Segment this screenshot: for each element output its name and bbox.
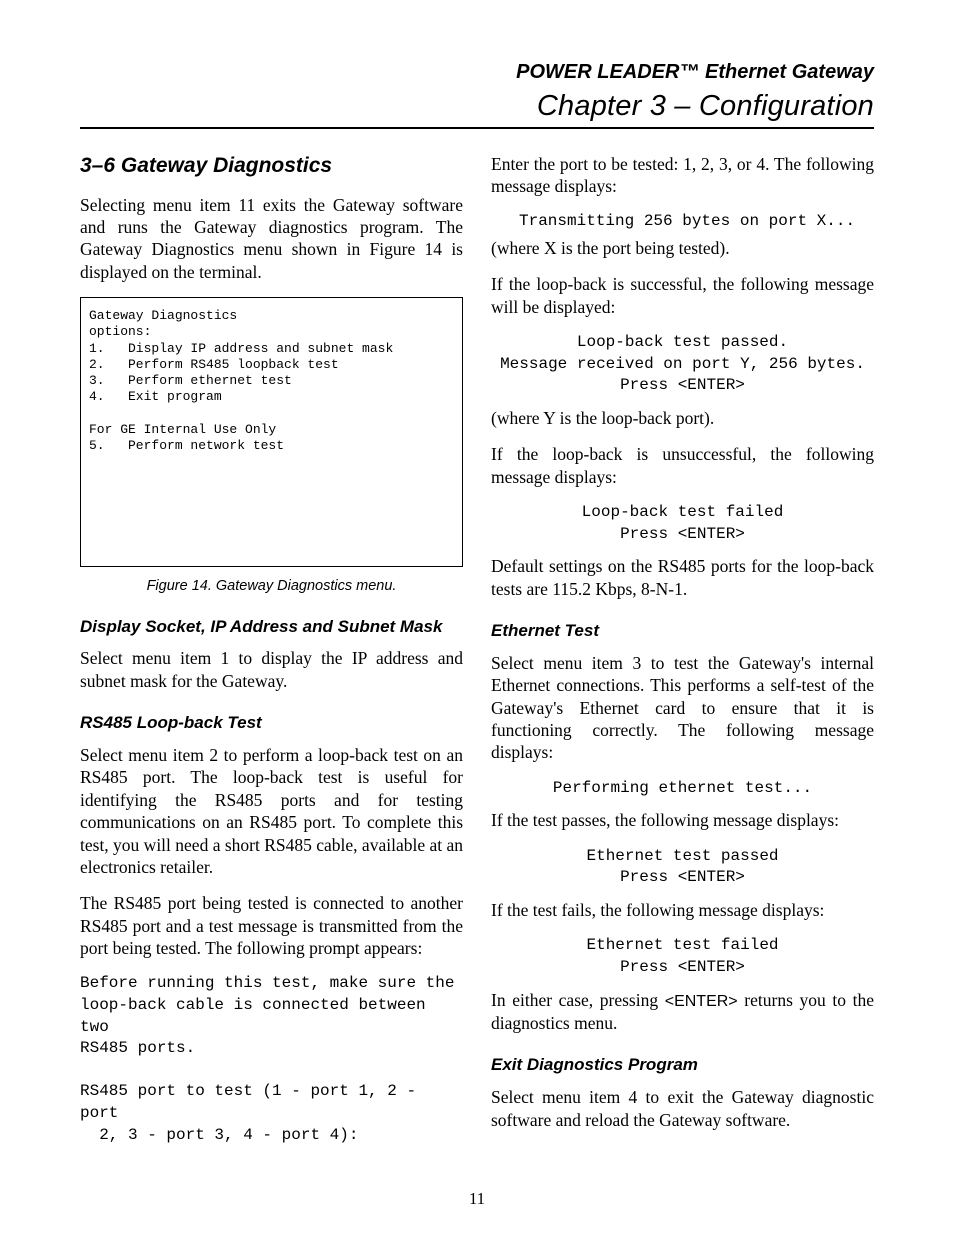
body-paragraph: Select menu item 4 to exit the Gateway d… (491, 1086, 874, 1131)
two-column-layout: 3–6 Gateway Diagnostics Selecting menu i… (80, 153, 874, 1161)
page: POWER LEADER™ Ethernet Gateway Chapter 3… (0, 0, 954, 1250)
code-block: Before running this test, make sure the … (80, 973, 463, 1146)
chapter-title: Chapter 3 – Configuration (80, 88, 874, 125)
figure-caption: Figure 14. Gateway Diagnostics menu. (80, 577, 463, 596)
left-column: 3–6 Gateway Diagnostics Selecting menu i… (80, 153, 463, 1161)
body-paragraph: Select menu item 3 to test the Gateway's… (491, 652, 874, 764)
running-head: POWER LEADER™ Ethernet Gateway Chapter 3… (80, 60, 874, 129)
figure-box: Gateway Diagnostics options: 1. Display … (80, 297, 463, 567)
product-title: POWER LEADER™ Ethernet Gateway (80, 60, 874, 86)
subsection-heading: Ethernet Test (491, 620, 874, 642)
subsection-heading: Exit Diagnostics Program (491, 1054, 874, 1076)
code-block: Transmitting 256 bytes on port X... (519, 211, 874, 233)
subsection-heading: RS485 Loop-back Test (80, 712, 463, 734)
code-block: Ethernet test passed Press <ENTER> (491, 846, 874, 889)
text-run: In either case, pressing (491, 990, 665, 1010)
subsection-heading: Display Socket, IP Address and Subnet Ma… (80, 616, 463, 638)
body-paragraph: If the loop-back is unsuccessful, the fo… (491, 443, 874, 488)
body-paragraph: (where X is the port being tested). (491, 237, 874, 259)
body-paragraph: Select menu item 2 to perform a loop-bac… (80, 744, 463, 878)
code-block: Loop-back test failed Press <ENTER> (491, 502, 874, 545)
section-heading: 3–6 Gateway Diagnostics (80, 153, 463, 180)
body-paragraph: (where Y is the loop-back port). (491, 407, 874, 429)
body-paragraph: In either case, pressing <ENTER> returns… (491, 989, 874, 1035)
terminal-output: Gateway Diagnostics options: 1. Display … (89, 308, 454, 454)
body-paragraph: Default settings on the RS485 ports for … (491, 555, 874, 600)
body-paragraph: Enter the port to be tested: 1, 2, 3, or… (491, 153, 874, 198)
body-paragraph: If the test passes, the following messag… (491, 809, 874, 831)
enter-key-label: <ENTER> (665, 993, 738, 1010)
right-column: Enter the port to be tested: 1, 2, 3, or… (491, 153, 874, 1161)
body-paragraph: Selecting menu item 11 exits the Gateway… (80, 194, 463, 284)
page-number: 11 (80, 1188, 874, 1210)
code-block: Ethernet test failed Press <ENTER> (491, 935, 874, 978)
code-block: Loop-back test passed. Message received … (491, 332, 874, 397)
body-paragraph: If the test fails, the following message… (491, 899, 874, 921)
body-paragraph: Select menu item 1 to display the IP add… (80, 647, 463, 692)
body-paragraph: If the loop-back is successful, the foll… (491, 273, 874, 318)
body-paragraph: The RS485 port being tested is connected… (80, 892, 463, 959)
code-block: Performing ethernet test... (491, 778, 874, 800)
